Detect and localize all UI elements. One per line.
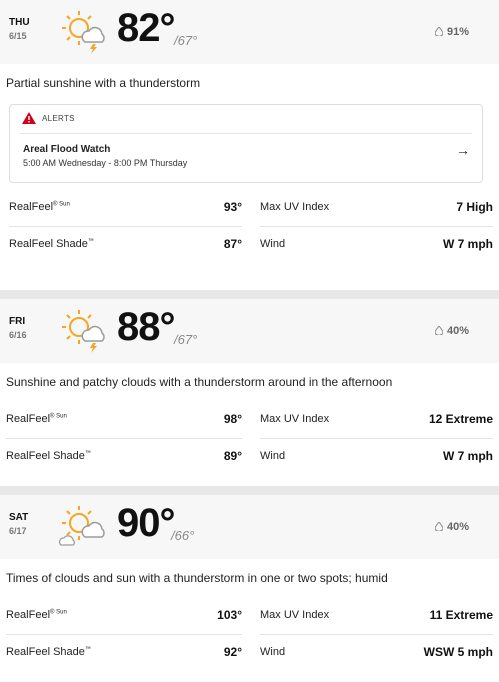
alerts-label: ALERTS (42, 114, 75, 123)
realfeel-sun-label: RealFeel® Sun (6, 609, 67, 621)
label-suffix: ™ (87, 238, 94, 245)
forecast-day-thu[interactable]: THU 6/15 82° /67° 91% Partial sunshine w… (0, 0, 499, 290)
precip-value: 91% (446, 26, 469, 38)
details-grid: RealFeel® Sun 93° Max UV Index 7 High Re… (0, 183, 499, 263)
precip-chance: 40% (434, 325, 469, 337)
uv-row: Max UV Index 12 Extreme (260, 401, 493, 439)
wind-row: Wind W 7 mph (260, 226, 493, 263)
sun-cloud-thunder-icon (62, 11, 105, 54)
realfeel-sun-value: 93° (223, 200, 242, 214)
label-text: RealFeel Shade (9, 238, 88, 250)
uv-value: 7 High (456, 200, 493, 214)
realfeel-shade-value: 92° (223, 645, 242, 659)
label-suffix: ® Sun (53, 201, 70, 208)
high-temp: 90° (117, 501, 175, 545)
uv-label: Max UV Index (260, 609, 330, 621)
day-header[interactable]: THU 6/15 82° /67° 91% (0, 0, 499, 64)
wind-row: Wind WSW 5 mph (260, 634, 493, 671)
realfeel-sun-row: RealFeel® Sun 103° (6, 597, 242, 635)
uv-label: Max UV Index (260, 201, 330, 213)
label-suffix: ® Sun (50, 609, 67, 616)
label-text: RealFeel Shade (6, 450, 85, 462)
label-suffix: ® Sun (50, 413, 67, 420)
label-text: RealFeel (6, 413, 51, 425)
raindrop-icon (434, 522, 443, 531)
day-phrase: Times of clouds and sun with a thunderst… (6, 571, 388, 585)
day-date: 6/15 (9, 31, 27, 41)
details-grid: RealFeel® Sun 98° Max UV Index 12 Extrem… (0, 397, 499, 477)
realfeel-sun-label: RealFeel® Sun (9, 201, 70, 213)
realfeel-shade-value: 89° (223, 449, 242, 463)
day-header[interactable]: SAT 6/17 90° /66° 40% (0, 495, 499, 559)
details-grid: RealFeel® Sun 103° Max UV Index 11 Extre… (0, 593, 499, 673)
realfeel-sun-value: 103° (217, 608, 242, 622)
day-phrase: Partial sunshine with a thunderstorm (6, 76, 201, 90)
warning-icon (22, 112, 36, 124)
sun-cloud-thunder-icon (62, 310, 105, 353)
divider (0, 290, 499, 299)
divider (20, 133, 472, 134)
label-text: RealFeel Shade (6, 646, 85, 658)
arrow-right-icon[interactable]: → (456, 142, 470, 158)
alerts-header: ALERTS (22, 112, 75, 124)
realfeel-shade-row: RealFeel Shade™ 89° (6, 438, 242, 475)
realfeel-sun-label: RealFeel® Sun (6, 413, 67, 425)
low-temp: /67° (174, 332, 198, 347)
sun-cloud-icon (59, 506, 105, 546)
realfeel-shade-label: RealFeel Shade™ (6, 646, 91, 658)
realfeel-sun-value: 98° (223, 412, 242, 426)
label-suffix: ™ (84, 646, 91, 653)
precip-chance: 91% (434, 26, 469, 38)
wind-row: Wind W 7 mph (260, 438, 493, 475)
day-date: 6/17 (9, 526, 27, 536)
high-temp: 82° (117, 6, 175, 50)
uv-value: 11 Extreme (429, 608, 493, 622)
uv-label: Max UV Index (260, 413, 330, 425)
uv-row: Max UV Index 7 High (260, 189, 493, 227)
label-text: RealFeel (9, 201, 54, 213)
realfeel-shade-row: RealFeel Shade™ 92° (6, 634, 242, 671)
wind-label: Wind (260, 238, 286, 250)
raindrop-icon (434, 27, 443, 36)
realfeel-shade-value: 87° (223, 237, 242, 251)
precip-chance: 40% (434, 521, 469, 533)
high-temp: 88° (117, 305, 175, 349)
day-phrase: Sunshine and patchy clouds with a thunde… (6, 375, 393, 389)
uv-row: Max UV Index 11 Extreme (260, 597, 493, 635)
day-date: 6/16 (9, 330, 27, 340)
divider (0, 486, 499, 495)
realfeel-shade-row: RealFeel Shade™ 87° (9, 226, 242, 263)
label-suffix: ™ (84, 450, 91, 457)
alerts-card[interactable]: ALERTS Areal Flood Watch 5:00 AM Wednesd… (9, 104, 483, 183)
forecast-day-sat[interactable]: SAT 6/17 90° /66° 40% Times of clouds an… (0, 495, 499, 682)
realfeel-sun-row: RealFeel® Sun 98° (6, 401, 242, 439)
day-of-week: SAT (9, 512, 29, 523)
wind-label: Wind (260, 646, 286, 658)
label-text: RealFeel (6, 609, 51, 621)
uv-value: 12 Extreme (428, 412, 493, 426)
low-temp: /67° (174, 33, 198, 48)
raindrop-icon (434, 326, 443, 335)
day-header[interactable]: FRI 6/16 88° /67° 40% (0, 299, 499, 363)
day-of-week: THU (9, 17, 30, 28)
day-of-week: FRI (9, 316, 26, 327)
realfeel-sun-row: RealFeel® Sun 93° (9, 189, 242, 227)
wind-value: WSW 5 mph (423, 645, 493, 659)
alert-title: Areal Flood Watch (23, 144, 111, 155)
precip-value: 40% (446, 325, 469, 337)
wind-label: Wind (260, 450, 286, 462)
wind-value: W 7 mph (443, 237, 493, 251)
low-temp: /66° (171, 528, 195, 543)
forecast-day-fri[interactable]: FRI 6/16 88° /67° 40% Sunshine and patch… (0, 299, 499, 486)
precip-value: 40% (446, 521, 469, 533)
wind-value: W 7 mph (443, 449, 493, 463)
realfeel-shade-label: RealFeel Shade™ (6, 450, 91, 462)
alert-time: 5:00 AM Wednesday - 8:00 PM Thursday (23, 158, 188, 168)
realfeel-shade-label: RealFeel Shade™ (9, 238, 94, 250)
